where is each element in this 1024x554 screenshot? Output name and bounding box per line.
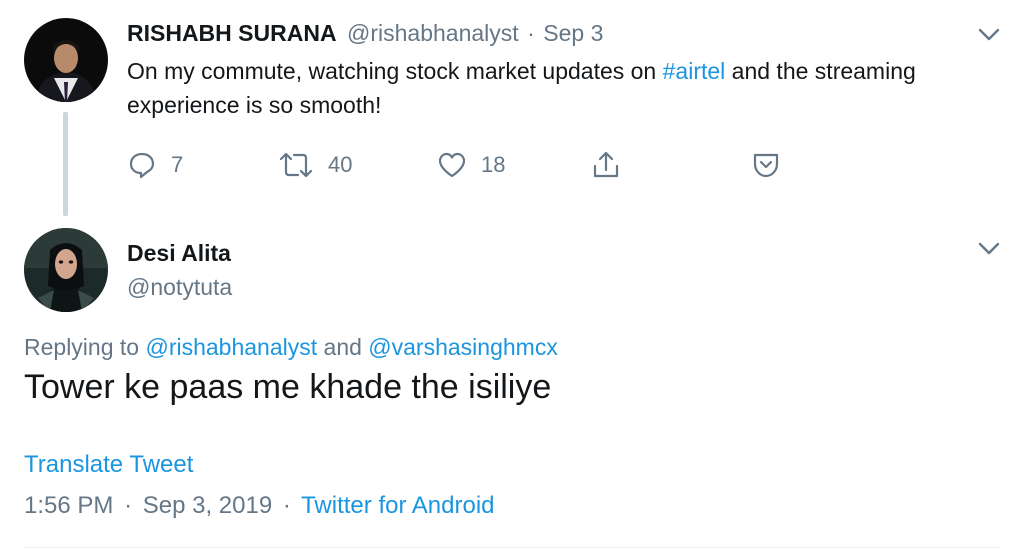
tweet-date[interactable]: Sep 3, 2019 [143,492,272,519]
replying-user-link[interactable]: @rishabhanalyst [145,334,317,360]
tweet-text-part1: On my commute, watching stock market upd… [127,58,663,84]
retweet-count: 40 [328,152,353,177]
tweet-source-link[interactable]: Twitter for Android [301,492,494,519]
share-action[interactable] [591,149,621,181]
chevron-down-icon[interactable] [978,28,1000,42]
author-handle[interactable]: @notytuta [127,274,232,301]
separator: · [527,20,535,46]
replying-and: and [317,334,369,360]
replying-prefix: Replying to [24,334,146,360]
pocket-save-icon [753,153,779,178]
tweet-meta: 1:56 PM · Sep 3, 2019 · Twitter for Andr… [24,492,495,520]
tweet1-header: RISHABH SURANA @rishabhanalyst · Sep 3 [127,20,603,47]
tweet1-text: On my commute, watching stock market upd… [127,54,947,122]
chevron-down-icon[interactable] [978,242,1000,256]
tweet-date[interactable]: Sep 3 [543,20,603,46]
retweet-icon [279,152,313,178]
like-count: 18 [481,152,506,177]
retweet-action[interactable]: 40 [278,149,352,181]
reply-count: 7 [171,152,184,177]
reply-icon [129,152,155,179]
author-handle[interactable]: @rishabhanalyst [347,20,519,46]
hashtag-link[interactable]: #airtel [663,58,726,84]
avatar-desi-alita[interactable] [24,228,108,312]
save-action[interactable] [751,149,781,181]
reply-action[interactable]: 7 [127,149,183,181]
separator: · [124,492,133,519]
replying-to: Replying to @rishabhanalyst and @varshas… [24,334,558,361]
heart-icon [438,152,466,178]
author-name[interactable]: Desi Alita [127,240,231,267]
share-icon [593,151,619,178]
separator: · [282,492,291,519]
author-name[interactable]: RISHABH SURANA [127,20,337,46]
replying-user-link[interactable]: @varshasinghmcx [368,334,558,360]
tweet2-text: Tower ke paas me khade the isiliye [24,368,552,406]
like-action[interactable]: 18 [437,149,505,181]
divider [24,547,1000,548]
translate-tweet-link[interactable]: Translate Tweet [24,451,193,479]
thread-connector-line [63,112,68,216]
avatar-rishabh[interactable] [24,18,108,102]
tweet-time[interactable]: 1:56 PM [24,492,113,519]
